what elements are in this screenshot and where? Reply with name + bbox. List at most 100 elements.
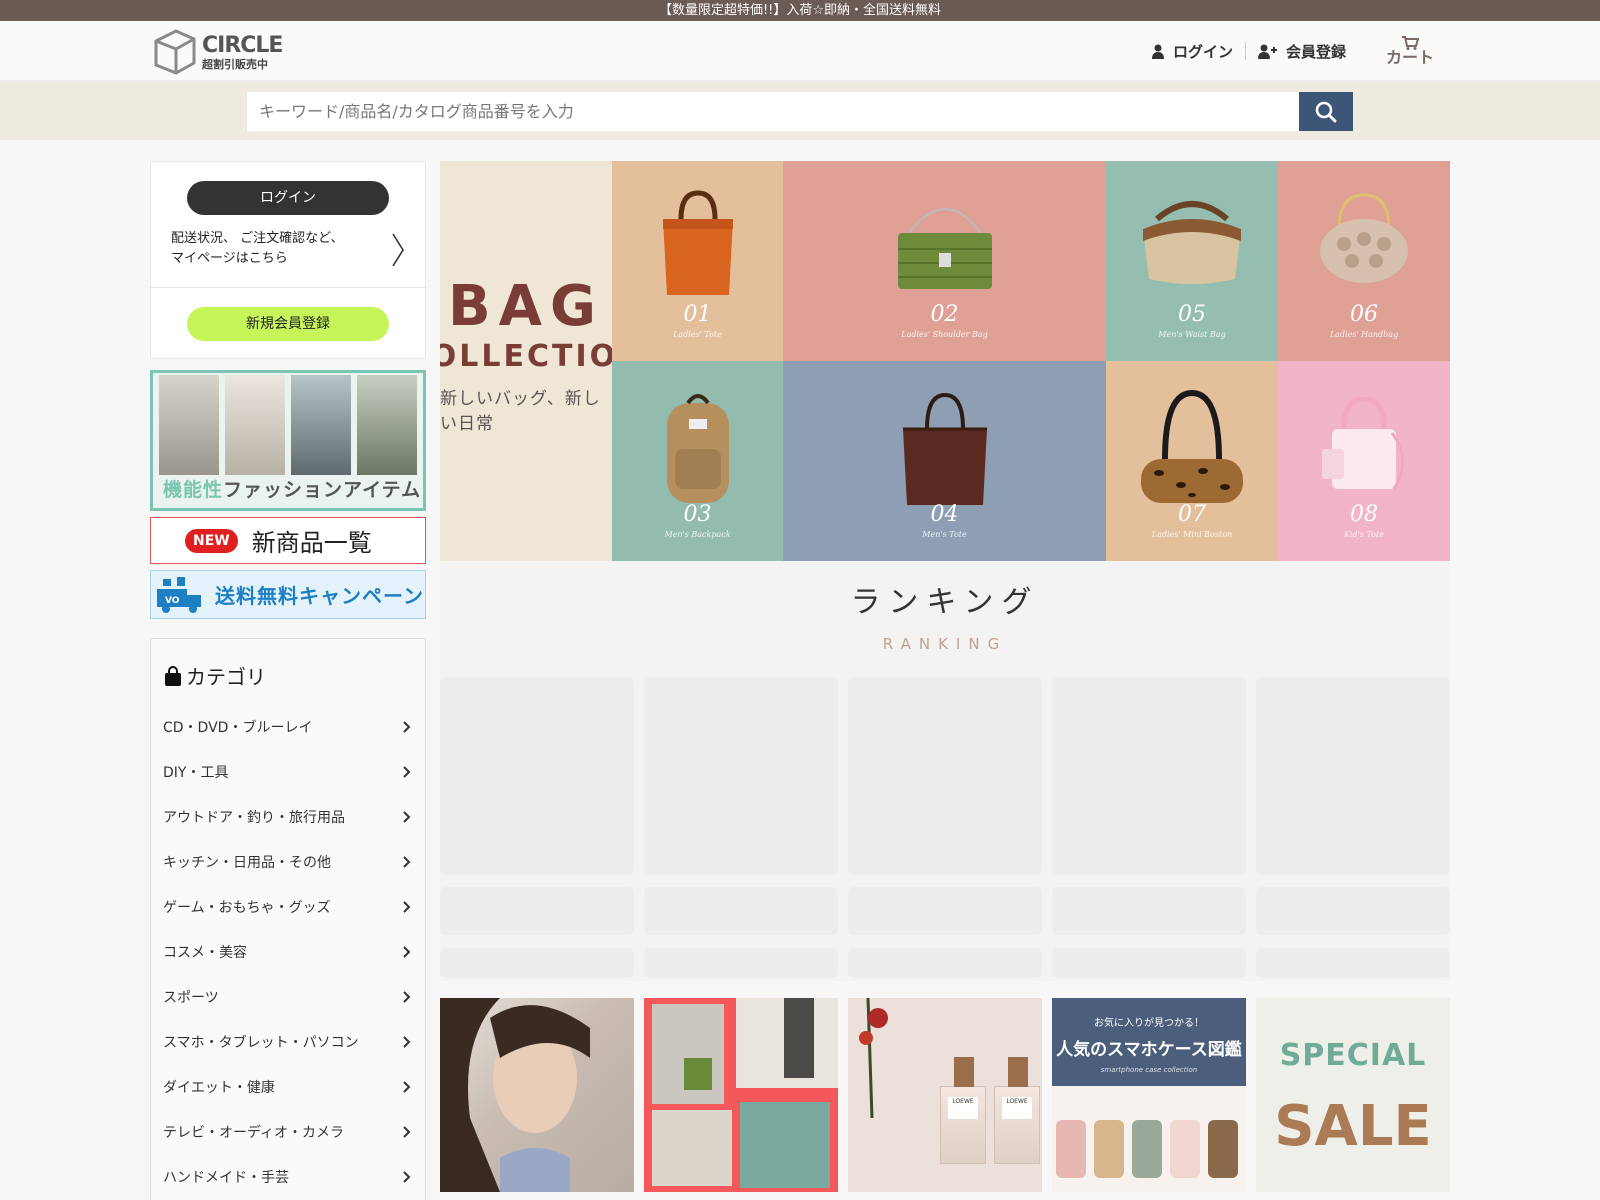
login-link[interactable]: ログイン <box>1139 41 1245 62</box>
ranking-subtitle: RANKING <box>882 635 1008 653</box>
sidebar-register-button[interactable]: 新規会員登録 <box>187 307 389 341</box>
hero-tile: 05 Men's Waist Bag <box>1106 161 1278 361</box>
product-image-placeholder <box>440 677 634 875</box>
fashion-banner-text-accent: 機能性 <box>163 479 224 501</box>
user-plus-icon <box>1257 44 1277 59</box>
hero-tile: 08 Kid's Tote <box>1278 361 1450 561</box>
mypage-text-line1: 配送状況、 ご注文確認など、 <box>171 231 344 246</box>
kids-tote-icon <box>1322 396 1404 490</box>
category-panel: カテゴリ CD・DVD・ブルーレイ DIY・工具 アウトドア・釣り・旅行用品 キ… <box>150 638 426 1200</box>
category-item[interactable]: スマホ・タブレット・パソコン <box>163 1019 413 1064</box>
ranking-card-placeholder[interactable] <box>644 677 838 978</box>
category-item[interactable]: CD・DVD・ブルーレイ <box>163 704 413 749</box>
category-label: DIY・工具 <box>163 764 229 781</box>
product-text-placeholder <box>440 887 634 935</box>
category-item[interactable]: キッチン・日用品・その他 <box>163 839 413 884</box>
tile-label: Men's Tote <box>922 530 967 539</box>
category-item[interactable]: ダイエット・健康 <box>163 1064 413 1109</box>
chevron-right-icon <box>403 1170 411 1183</box>
category-label: CD・DVD・ブルーレイ <box>163 719 313 736</box>
ranking-card-placeholder[interactable] <box>1256 677 1450 978</box>
product-text-placeholder <box>644 887 838 935</box>
truck-label: VO <box>165 596 180 606</box>
category-item[interactable]: アウトドア・釣り・旅行用品 <box>163 794 413 839</box>
bag-collection-hero-banner[interactable]: 01 Ladies' Tote 02 Ladies' Shoulder Bag … <box>440 161 1450 561</box>
shopping-bag-icon <box>165 665 181 686</box>
flower-decoration-image <box>859 998 888 1118</box>
category-label: テレビ・オーディオ・カメラ <box>163 1124 345 1141</box>
tile-number: 05 <box>1178 302 1206 327</box>
ranking-card-placeholder[interactable] <box>440 677 634 978</box>
fashion-banner-text: 機能性ファッションアイテム <box>163 475 421 502</box>
phone-case-image <box>1056 1120 1086 1178</box>
site-logo[interactable]: CIRCLE 超割引販売中 <box>150 27 283 77</box>
ranking-card-placeholder[interactable] <box>848 677 1042 978</box>
promo-special-sale-banner[interactable]: SPECIAL SALE <box>1256 998 1450 1192</box>
tote-bag-icon <box>662 190 733 295</box>
chevron-right-icon <box>403 1080 411 1093</box>
category-item[interactable]: コスメ・美容 <box>163 929 413 974</box>
hero-tile: 06 Ladies' Handbag <box>1278 161 1450 361</box>
category-item[interactable]: DIY・工具 <box>163 749 413 794</box>
shoulder-bag-icon <box>897 208 992 289</box>
cart-link[interactable]: カート <box>1386 36 1434 66</box>
tile-number: 06 <box>1350 302 1378 327</box>
ranking-card-placeholder[interactable] <box>1052 677 1246 978</box>
leather-tote-icon <box>902 392 987 505</box>
product-text-placeholder <box>848 887 1042 935</box>
promo-fashion-collage-banner[interactable] <box>644 998 838 1192</box>
tile-number: 08 <box>1350 502 1378 527</box>
search-input[interactable] <box>247 92 1299 131</box>
new-products-banner[interactable]: NEW 新商品一覧 <box>150 517 426 564</box>
product-image-placeholder <box>1256 677 1450 875</box>
chevron-right-icon <box>392 233 404 267</box>
chevron-right-icon <box>403 855 411 868</box>
boston-bag-icon <box>1141 389 1243 503</box>
category-title: カテゴリ <box>186 665 266 689</box>
new-products-text: 新商品一覧 <box>251 529 372 557</box>
perfume-bottle: LOEWE <box>994 1057 1040 1164</box>
phone-case-image <box>1132 1120 1162 1178</box>
search-button[interactable] <box>1299 92 1353 131</box>
tile-label: Ladies' Shoulder Bag <box>901 330 988 339</box>
product-text-placeholder <box>1256 887 1450 935</box>
category-label: コスメ・美容 <box>163 944 247 961</box>
promo-phone-case-banner[interactable]: お気に入りが見つかる！ 人気のスマホケース図鑑 smartphone case … <box>1052 998 1246 1192</box>
tile-number: 01 <box>683 302 712 327</box>
category-item[interactable]: テレビ・オーディオ・カメラ <box>163 1109 413 1154</box>
ranking-title: ランキング <box>850 585 1040 620</box>
category-item[interactable]: ゲーム・おもちゃ・グッズ <box>163 884 413 929</box>
promo-perfume-banner[interactable]: LOEWE LOEWE <box>848 998 1042 1192</box>
register-link[interactable]: 会員登録 <box>1246 41 1358 62</box>
header-nav: ログイン 会員登録 カート <box>1139 21 1600 81</box>
hero-tile: 07 Ladies' Mini Boston <box>1106 361 1278 561</box>
user-icon <box>1151 44 1164 59</box>
search-icon <box>1315 101 1337 122</box>
waist-bag-icon <box>1143 201 1241 284</box>
phone-case-banner-header: お気に入りが見つかる！ 人気のスマホケース図鑑 smartphone case … <box>1052 998 1246 1086</box>
sidebar-login-button[interactable]: ログイン <box>187 181 389 215</box>
fashion-banner-text-main: ファッションアイテム <box>223 479 422 501</box>
category-label: スマホ・タブレット・パソコン <box>163 1034 359 1051</box>
mypage-link[interactable]: 配送状況、 ご注文確認など、 マイページはこちら <box>151 215 425 288</box>
tile-number: 07 <box>1178 502 1206 527</box>
hero-subtitle: 新しいバッグ、新しい日常 <box>440 389 601 434</box>
fashion-photo <box>225 375 285 475</box>
fashion-photo <box>357 375 417 475</box>
free-shipping-banner[interactable]: VO 送料無料キャンペーン <box>150 570 426 619</box>
product-price-placeholder <box>440 948 634 978</box>
special-text: SPECIAL <box>1279 1038 1427 1073</box>
category-item[interactable]: スポーツ <box>163 974 413 1019</box>
tile-label: Men's Backpack <box>664 530 731 539</box>
promo-banner-row: LOEWE LOEWE お気に入りが見つかる！ 人気のスマホケース図鑑 smar… <box>440 998 1450 1192</box>
main-content: 01 Ladies' Tote 02 Ladies' Shoulder Bag … <box>440 161 1450 1192</box>
promo-lingerie-banner[interactable] <box>440 998 634 1192</box>
category-item[interactable]: ハンドメイド・手芸 <box>163 1154 413 1199</box>
hero-title-panel: BAG COLLECTION 新しいバッグ、新しい日常 <box>440 161 612 561</box>
chevron-right-icon <box>403 990 411 1003</box>
product-image-placeholder <box>1052 677 1246 875</box>
functional-fashion-banner[interactable]: 機能性ファッションアイテム <box>150 370 426 511</box>
perfume-bottle: LOEWE <box>940 1057 986 1164</box>
fashion-photo <box>159 375 219 475</box>
chevron-right-icon <box>403 1035 411 1048</box>
